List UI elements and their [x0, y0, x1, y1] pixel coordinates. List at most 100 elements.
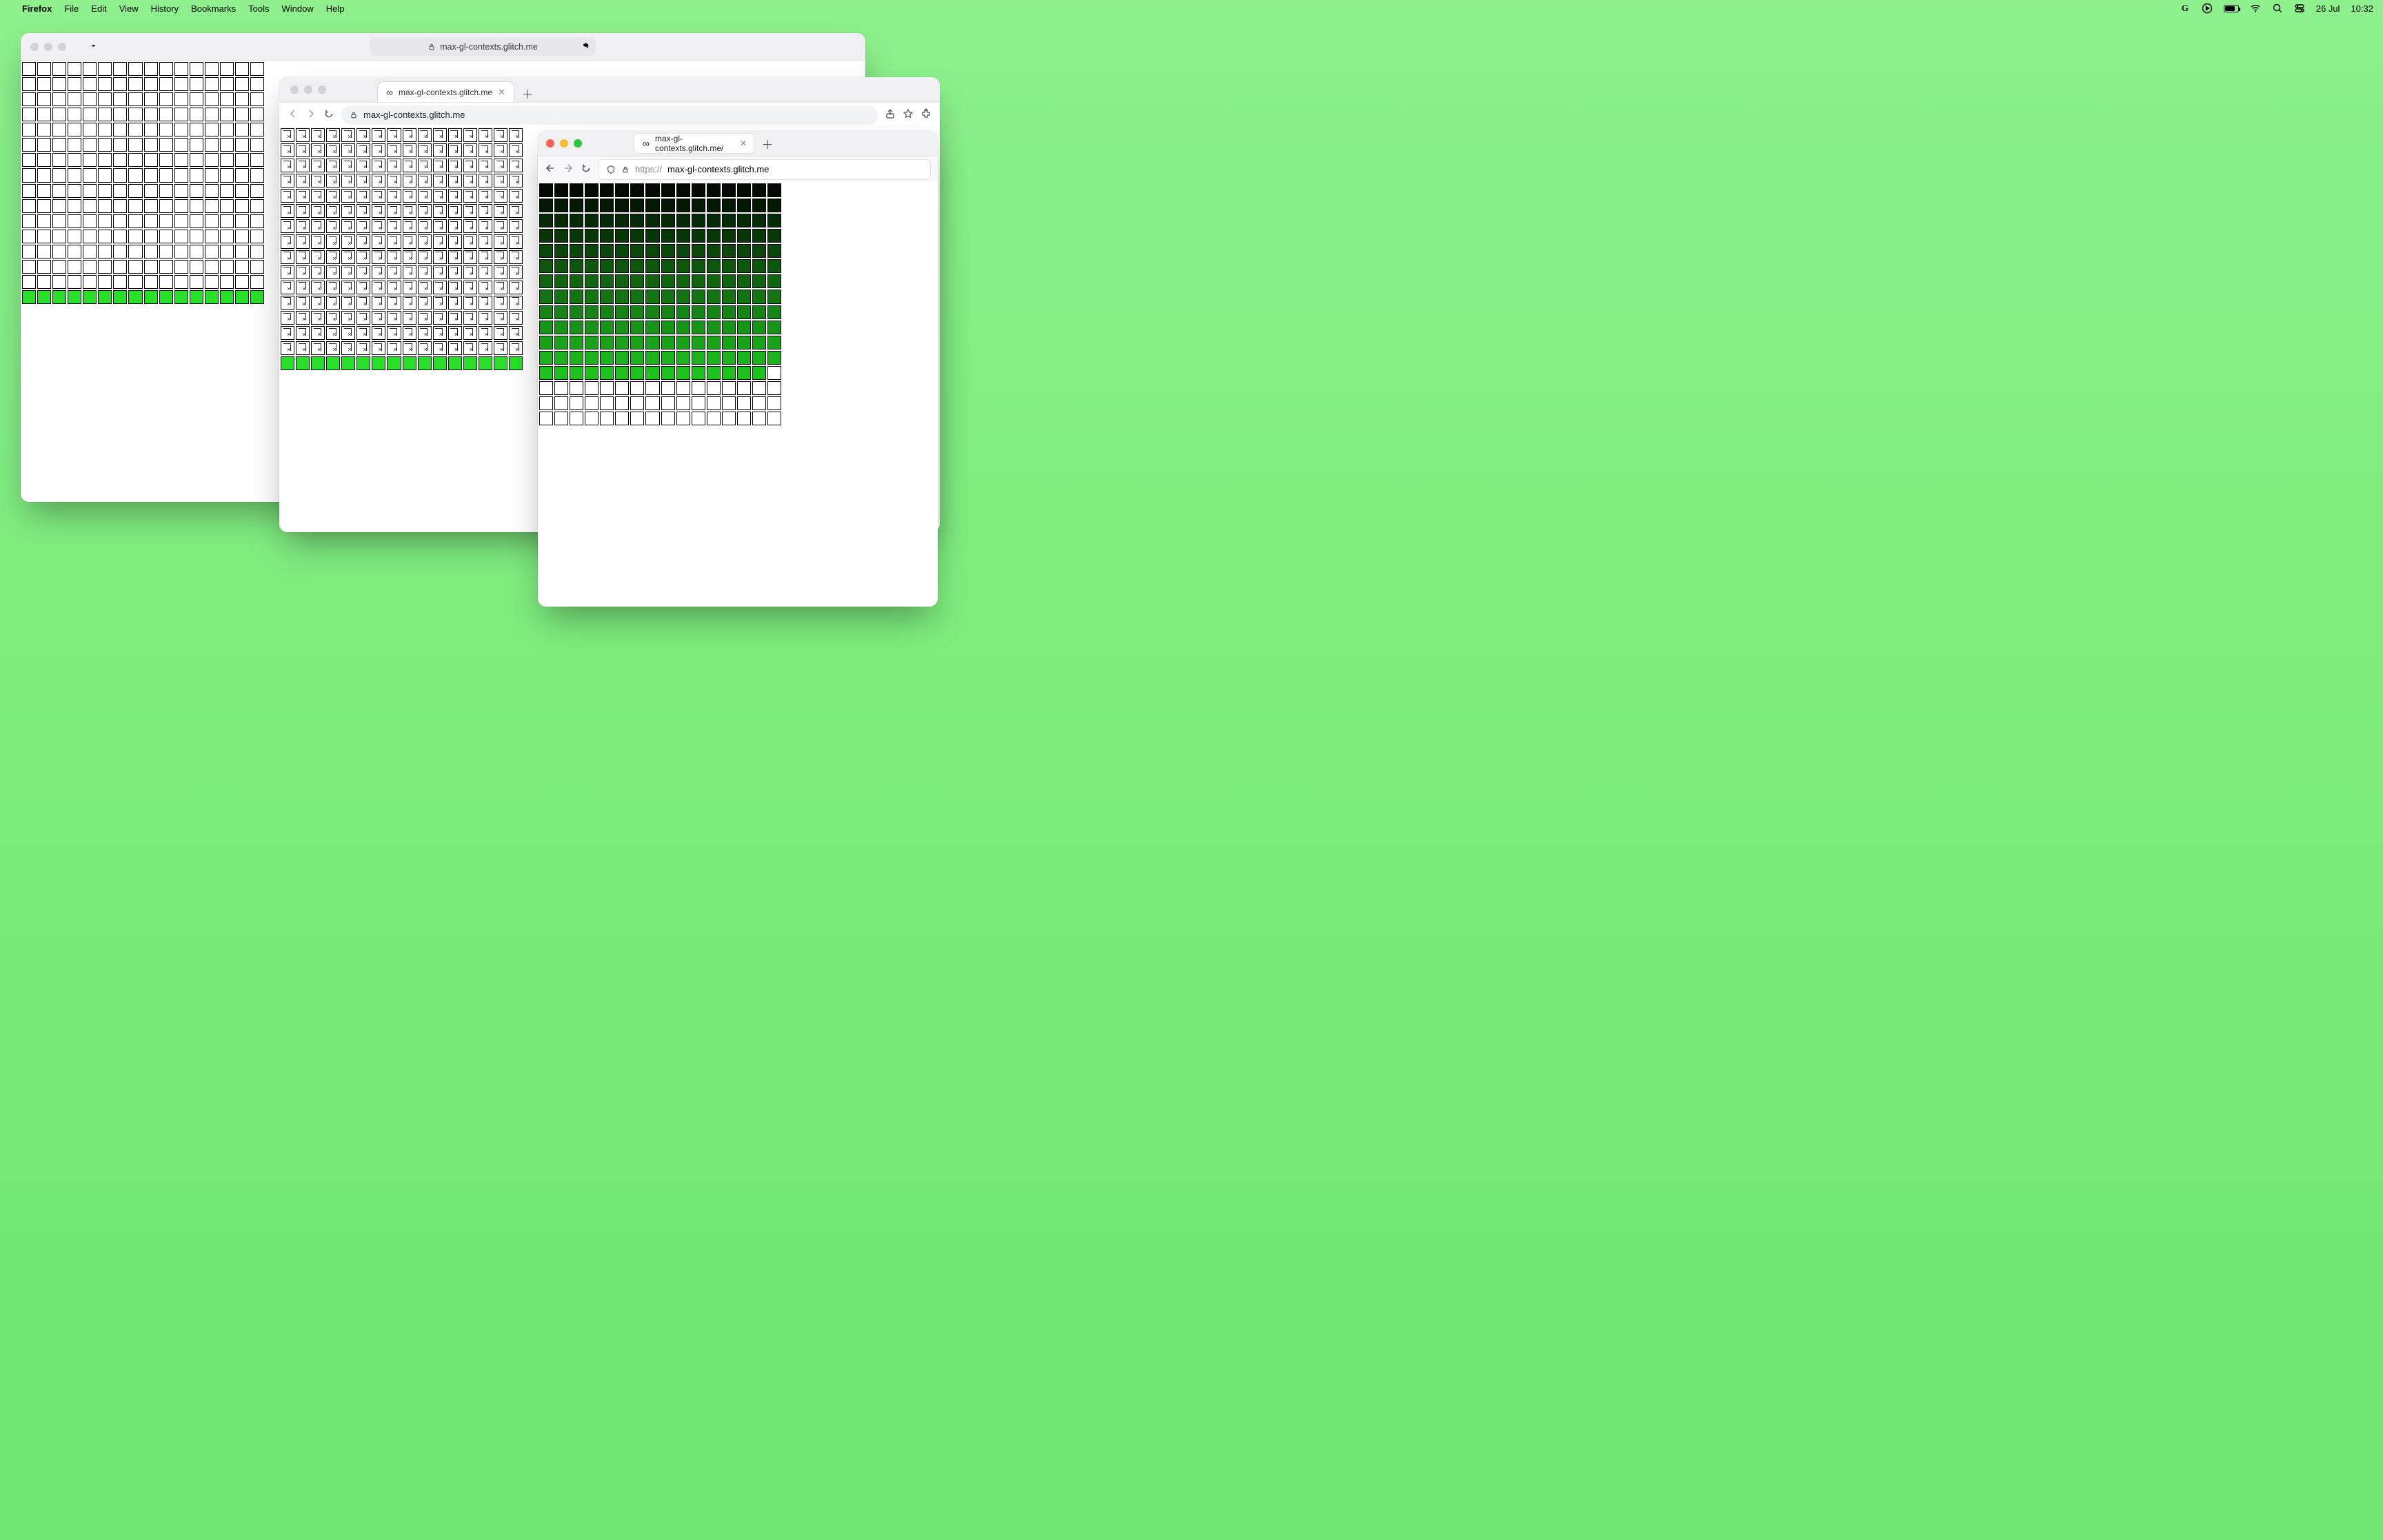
grid-cell [387, 326, 401, 340]
grid-cell [159, 199, 173, 213]
grid-cell [403, 143, 416, 157]
safari-traffic-lights[interactable] [21, 43, 76, 51]
control-center-icon[interactable] [2294, 3, 2305, 14]
chrome-traffic-lights[interactable] [288, 77, 336, 102]
grid-cell [661, 336, 675, 349]
grid-cell [448, 250, 462, 264]
grid-cell [554, 259, 568, 273]
firefox-tab-title: max-gl-contexts.glitch.me/ [655, 134, 734, 153]
grid-cell [645, 396, 659, 410]
grid-cell [479, 174, 492, 188]
grid-cell [692, 199, 705, 212]
menu-file[interactable]: File [64, 3, 79, 14]
sidebar-chevron-icon[interactable] [90, 41, 97, 52]
grid-cell [767, 412, 781, 425]
safari-reload-icon[interactable] [581, 41, 590, 52]
grid-cell [144, 77, 158, 91]
grid-cell [68, 77, 81, 91]
grid-cell [296, 265, 310, 279]
chrome-new-tab-button[interactable]: ＋ [519, 84, 536, 102]
grid-cell [372, 265, 385, 279]
grid-cell [585, 396, 599, 410]
grid-cell [403, 250, 416, 264]
grid-cell [509, 311, 523, 325]
wifi-icon[interactable] [2250, 3, 2261, 14]
grid-cell [463, 250, 477, 264]
menu-history[interactable]: History [151, 3, 179, 14]
menu-window[interactable]: Window [282, 3, 314, 14]
grid-cell [52, 290, 66, 304]
grid-cell [52, 214, 66, 228]
grid-cell [174, 108, 188, 121]
firefox-address-bar[interactable]: https://max-gl-contexts.glitch.me [599, 159, 931, 180]
firefox-tab[interactable]: ∞ max-gl-contexts.glitch.me/ ✕ [634, 133, 754, 154]
grid-cell [22, 230, 36, 243]
spotlight-icon[interactable] [2272, 3, 2283, 14]
chrome-share-icon[interactable] [885, 108, 896, 121]
menu-tools[interactable]: Tools [248, 3, 269, 14]
grid-cell [463, 174, 477, 188]
grid-cell [676, 183, 690, 197]
safari-address-bar[interactable]: max-gl-contexts.glitch.me [370, 37, 596, 56]
grid-cell [630, 229, 644, 243]
grid-cell [418, 265, 432, 279]
grid-cell [281, 159, 294, 172]
grid-cell [570, 259, 583, 273]
grid-cell [98, 275, 112, 289]
grid-cell [676, 274, 690, 288]
grid-cell [737, 244, 751, 258]
grid-cell [83, 245, 97, 259]
menu-edit[interactable]: Edit [91, 3, 106, 14]
firefox-traffic-lights[interactable] [545, 139, 592, 148]
grid-cell [190, 77, 203, 91]
menu-view[interactable]: View [119, 3, 139, 14]
tab-close-icon[interactable]: ✕ [740, 139, 747, 148]
firefox-new-tab-button[interactable]: ＋ [758, 134, 776, 152]
grid-cell [494, 128, 507, 142]
grid-cell [113, 184, 127, 198]
grid-cell [676, 321, 690, 334]
menu-date[interactable]: 26 Jul [2316, 3, 2340, 14]
grid-cell [767, 336, 781, 349]
tracking-shield-icon[interactable] [606, 165, 616, 174]
grid-cell [615, 274, 629, 288]
grid-cell [418, 326, 432, 340]
grid-cell [372, 174, 385, 188]
grid-cell [737, 305, 751, 319]
battery-icon[interactable] [2224, 5, 2239, 12]
grid-cell [645, 336, 659, 349]
chrome-extensions-icon[interactable] [921, 108, 932, 121]
grid-cell [144, 275, 158, 289]
tab-close-icon[interactable]: ✕ [498, 87, 505, 98]
grid-cell [692, 183, 705, 197]
grid-cell [356, 265, 370, 279]
grid-cell [448, 219, 462, 233]
chrome-tab[interactable]: ∞ max-gl-contexts.glitch.me ✕ [377, 81, 514, 102]
menu-bookmarks[interactable]: Bookmarks [191, 3, 236, 14]
now-playing-icon[interactable] [2202, 3, 2213, 14]
chrome-bookmark-icon[interactable] [903, 108, 914, 121]
grid-cell [190, 108, 203, 121]
firefox-back-icon[interactable] [545, 163, 556, 176]
grid-cell [83, 108, 97, 121]
menubar-app-name[interactable]: Firefox [22, 3, 52, 14]
grid-cell [676, 290, 690, 303]
grid-cell [752, 274, 766, 288]
grid-cell [22, 168, 36, 182]
grammarly-icon[interactable]: G [2180, 3, 2191, 14]
menu-help[interactable]: Help [326, 3, 345, 14]
grid-cell [585, 183, 599, 197]
grid-cell [128, 290, 142, 304]
grid-cell [554, 199, 568, 212]
menu-time[interactable]: 10:32 [2351, 3, 2373, 14]
grid-cell [509, 234, 523, 248]
grid-cell [448, 128, 462, 142]
grid-cell [174, 230, 188, 243]
grid-cell [341, 281, 355, 294]
grid-cell [83, 275, 97, 289]
grid-cell [190, 92, 203, 106]
chrome-address-bar[interactable]: max-gl-contexts.glitch.me [341, 105, 878, 125]
grid-cell [554, 336, 568, 349]
chrome-reload-icon[interactable] [323, 108, 334, 121]
firefox-reload-icon[interactable] [581, 163, 592, 176]
